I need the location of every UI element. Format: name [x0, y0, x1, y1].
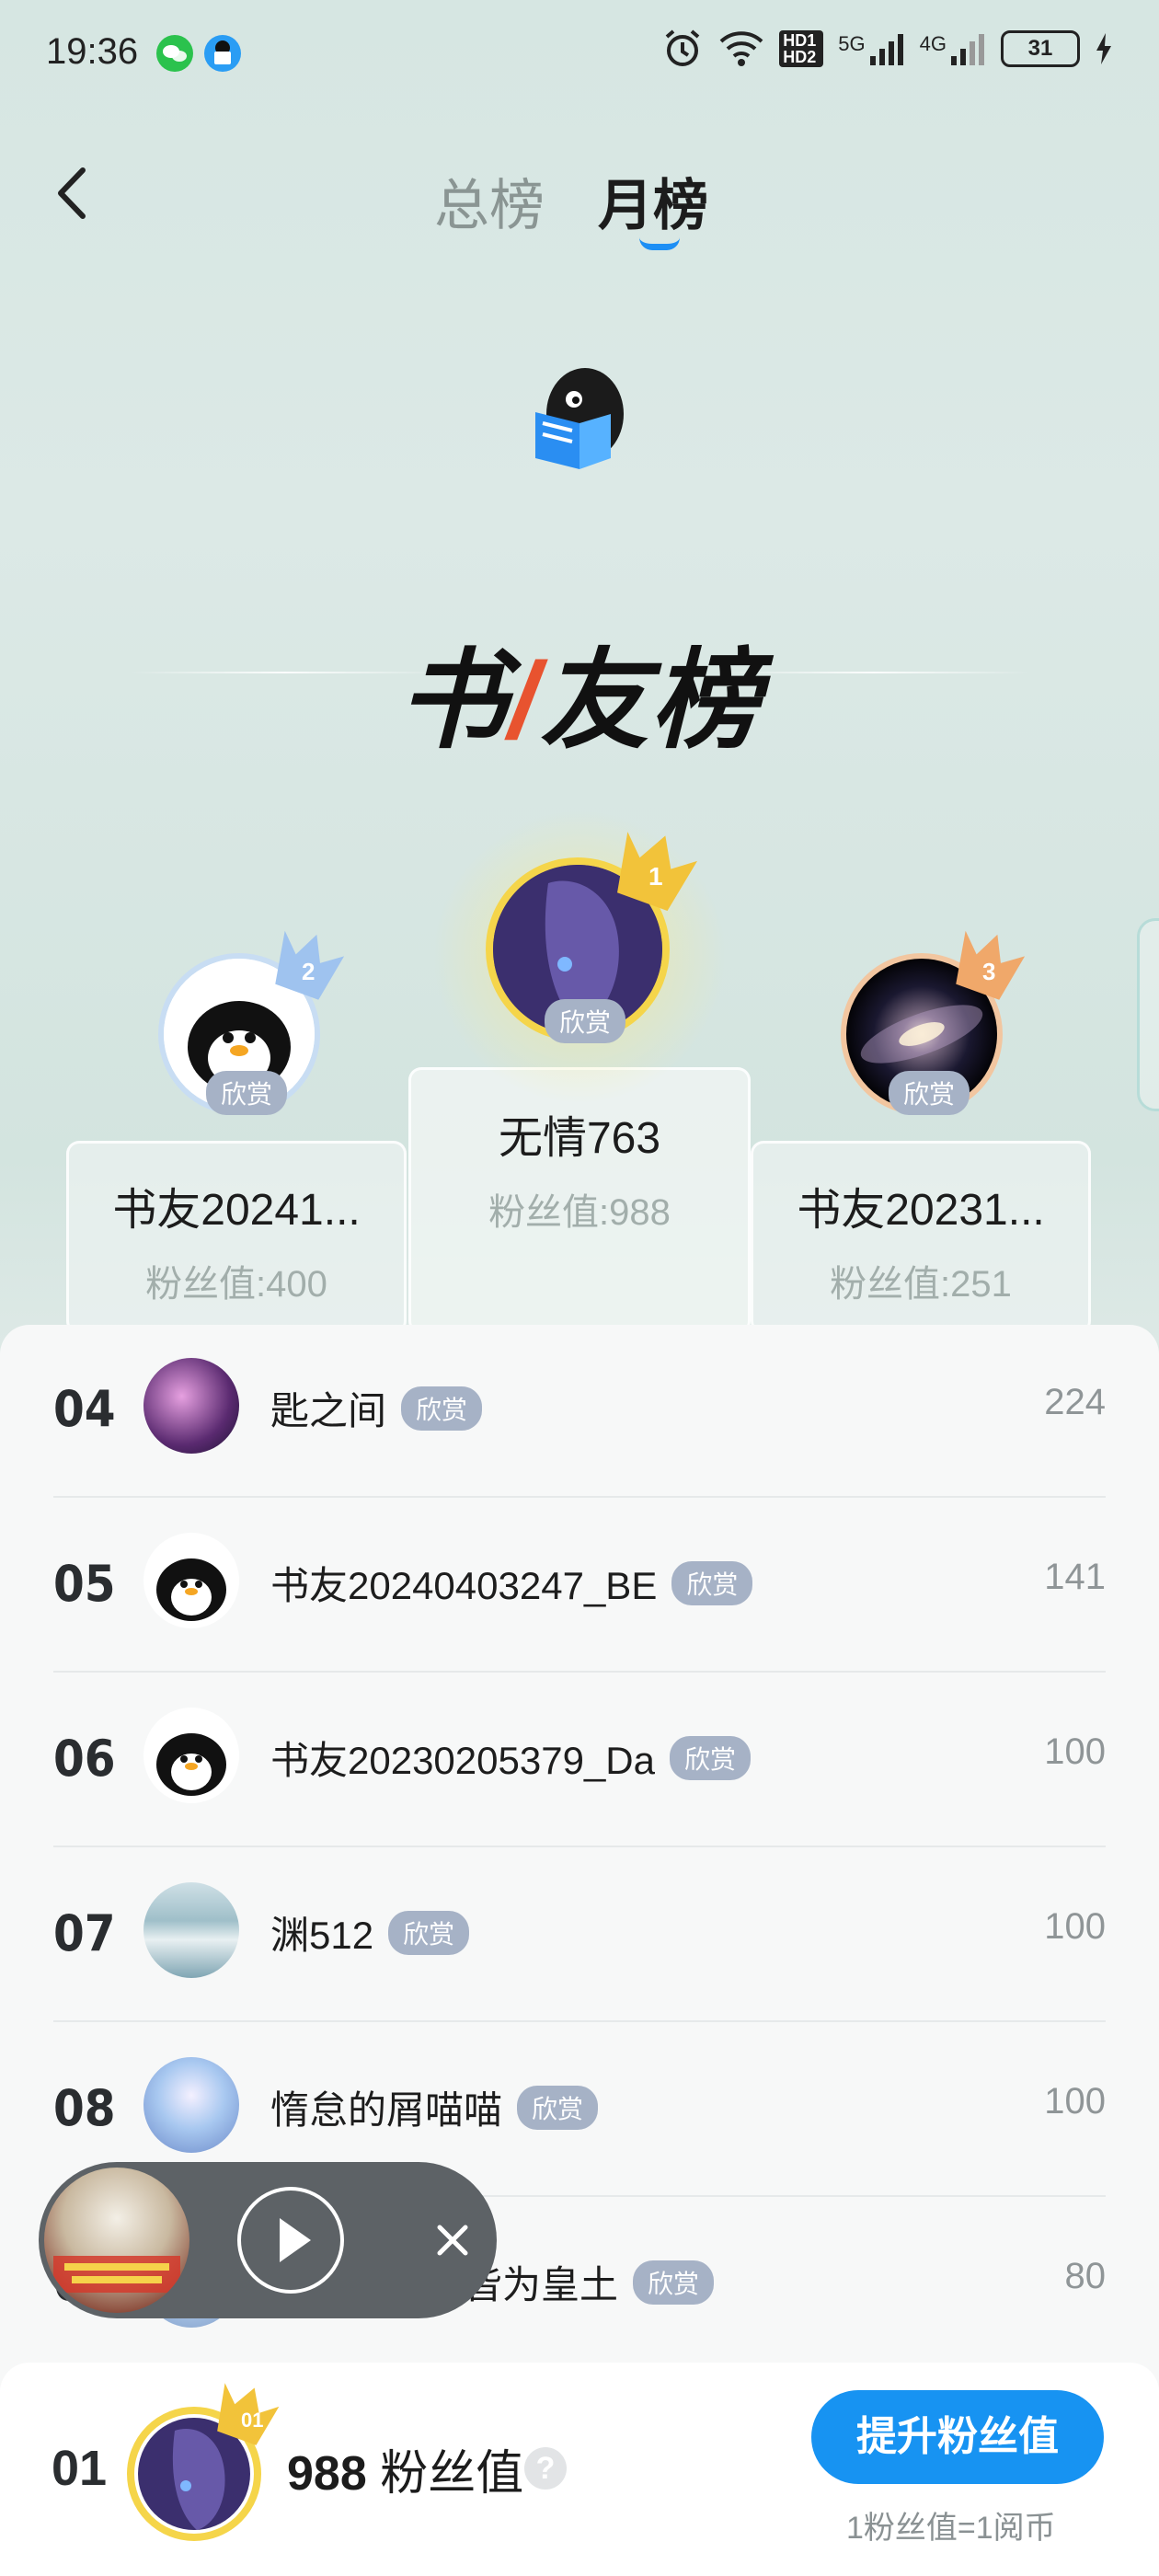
- rank-number: 05: [53, 1555, 116, 1613]
- my-fan-value: 988 粉丝值: [287, 2447, 524, 2501]
- podium-fans: 粉丝值:400: [145, 1264, 327, 1305]
- close-icon: [437, 2225, 468, 2256]
- avatar: [143, 1358, 239, 1454]
- qq-reader-icon: [204, 35, 241, 72]
- badge-appreciate: 欣赏: [517, 2086, 599, 2130]
- battery-icon: 31: [1001, 30, 1080, 67]
- user-name: 惰怠的屑喵喵 欣赏: [270, 2079, 599, 2135]
- tab-monthly-ranking[interactable]: 月榜: [598, 161, 708, 241]
- crown-rank-1-icon: 1: [607, 828, 699, 915]
- hd-icon: HD1 HD2: [779, 30, 824, 67]
- board-title: 书/友榜: [397, 640, 762, 762]
- badge-appreciate: 欣赏: [401, 1386, 483, 1431]
- status-time: 19:36: [46, 31, 139, 72]
- signal-5g-icon: 5G: [838, 32, 904, 65]
- crown-rank-1-icon: 01: [210, 2383, 281, 2452]
- badge-appreciate: 欣赏: [889, 1071, 970, 1115]
- crown-rank-3-icon: 3: [947, 929, 1027, 1007]
- podium-card-rank-3[interactable]: 书友20231... 粉丝值:251: [751, 1141, 1091, 1334]
- play-icon: [280, 2218, 311, 2262]
- podium-name: 书友20241...: [112, 1186, 361, 1235]
- fan-score: 100: [1044, 2081, 1106, 2122]
- tab-total-ranking[interactable]: 总榜: [434, 161, 545, 241]
- active-tab-indicator: [639, 237, 680, 250]
- charging-icon: [1096, 33, 1111, 64]
- badge-appreciate: 欣赏: [670, 1736, 752, 1780]
- list-item[interactable]: 06 书友20230205379_Da 欣赏 100: [53, 1674, 1106, 1847]
- badge-appreciate: 欣赏: [545, 999, 626, 1043]
- user-name: 匙之间 欣赏: [270, 1380, 483, 1436]
- svg-text:2: 2: [302, 958, 315, 985]
- badge-appreciate: 欣赏: [206, 1071, 288, 1115]
- fan-score: 100: [1044, 1906, 1106, 1947]
- podium-name: 书友20231...: [797, 1186, 1045, 1235]
- close-player-button[interactable]: [425, 2213, 480, 2268]
- rank-number: 04: [53, 1380, 116, 1438]
- user-name: 书友20230205379_Da 欣赏: [270, 1730, 752, 1786]
- fan-score: 80: [1064, 2256, 1107, 2296]
- fan-score: 224: [1044, 1382, 1106, 1422]
- boost-fan-value-button[interactable]: 提升粉丝值: [811, 2390, 1104, 2484]
- badge-appreciate: 欣赏: [671, 1561, 753, 1605]
- side-drawer-handle[interactable]: [1137, 918, 1159, 1111]
- rank-number: 07: [53, 1904, 116, 1962]
- fan-value-rate-note: 1粉丝值=1阅币: [846, 2511, 1056, 2546]
- svg-text:01: 01: [241, 2409, 263, 2432]
- chevron-left-icon: [58, 167, 86, 219]
- back-button[interactable]: [46, 161, 101, 225]
- wifi-icon: [719, 31, 763, 66]
- avatar: [143, 1882, 239, 1978]
- status-bar: 19:36 HD1 HD2 5G 4G 31: [0, 0, 1159, 101]
- status-icons: HD1 HD2 5G 4G 31: [661, 28, 1113, 70]
- play-button[interactable]: [237, 2187, 344, 2294]
- podium-name: 无情763: [498, 1114, 661, 1163]
- podium-fans: 粉丝值:251: [830, 1264, 1012, 1305]
- crown-rank-2-icon: 2: [267, 929, 346, 1007]
- floating-audio-player[interactable]: [39, 2162, 497, 2318]
- help-icon[interactable]: ?: [524, 2447, 567, 2490]
- rank-number: 06: [53, 1730, 116, 1788]
- avatar: [143, 1533, 239, 1628]
- svg-text:3: 3: [982, 958, 995, 985]
- user-name: 渊512 欣赏: [270, 1904, 470, 1961]
- signal-4g-icon: 4G: [920, 32, 986, 65]
- avatar: [143, 2057, 239, 2153]
- podium-card-rank-1[interactable]: 无情763 粉丝值:988: [408, 1067, 751, 1334]
- rank-number: 08: [53, 2079, 116, 2137]
- svg-text:1: 1: [648, 862, 663, 891]
- badge-appreciate: 欣赏: [633, 2260, 715, 2305]
- fan-score: 100: [1044, 1731, 1106, 1772]
- my-rank-bar: 01 01 988 粉丝值 ? 提升粉丝值 1粉丝值=1阅币: [0, 2363, 1159, 2576]
- book-cover-thumbnail[interactable]: [44, 2168, 189, 2313]
- penguin-reader-mascot-icon: [522, 357, 633, 477]
- list-item[interactable]: 05 书友20240403247_BE 欣赏 141: [53, 1500, 1106, 1673]
- fan-score: 141: [1044, 1557, 1106, 1597]
- list-item[interactable]: 04 匙之间 欣赏 224: [53, 1325, 1106, 1498]
- badge-appreciate: 欣赏: [388, 1911, 470, 1955]
- user-name: 书友20240403247_BE 欣赏: [270, 1555, 753, 1611]
- podium-card-rank-2[interactable]: 书友20241... 粉丝值:400: [66, 1141, 407, 1334]
- wechat-icon: [156, 35, 193, 72]
- alarm-icon: [665, 29, 700, 66]
- fan-leaderboard-page: 19:36 HD1 HD2 5G 4G 31 总榜 月榜 书/友榜 书友2024…: [0, 0, 1159, 2576]
- my-rank-number: 01: [52, 2441, 108, 2496]
- podium-fans: 粉丝值:988: [488, 1192, 671, 1233]
- list-item[interactable]: 07 渊512 欣赏 100: [53, 1849, 1106, 2022]
- avatar: [143, 1708, 239, 1803]
